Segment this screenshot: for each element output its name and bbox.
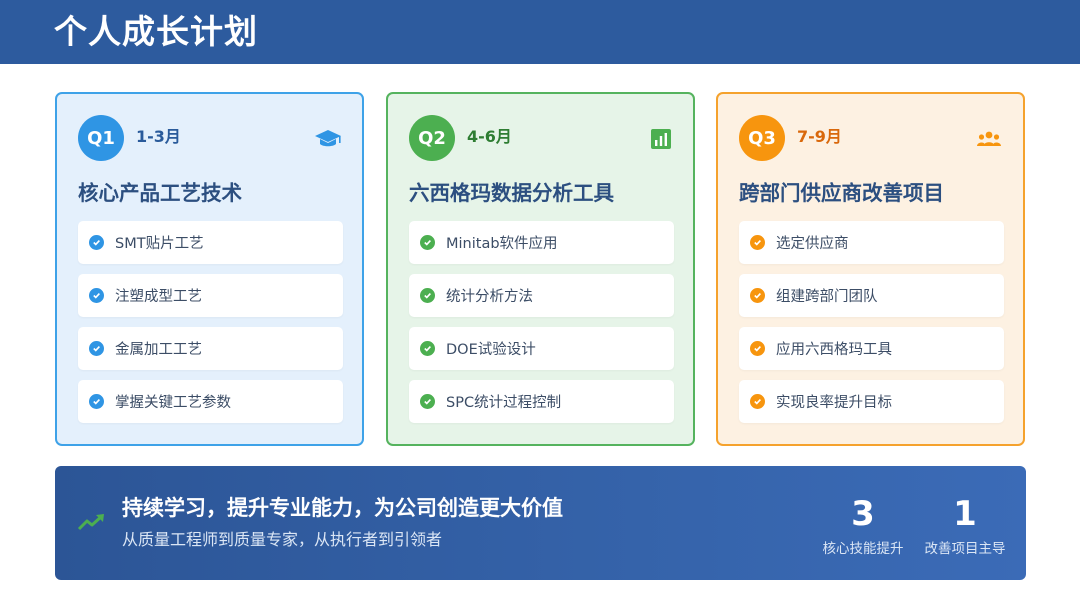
stat-value: 3 — [851, 494, 875, 534]
checklist: Minitab软件应用 统计分析方法 DOE试验设计 SPC统计过程控制 — [409, 221, 674, 433]
stat-projects: 1 改善项目主导 — [915, 494, 1015, 559]
list-item-label: 掌握关键工艺参数 — [115, 395, 231, 411]
list-item: 应用六西格玛工具 — [739, 327, 1004, 370]
quarter-period: 7-9月 — [797, 127, 842, 146]
checklist: SMT贴片工艺 注塑成型工艺 金属加工工艺 掌握关键工艺参数 — [78, 221, 343, 433]
bar-chart-icon — [651, 129, 671, 149]
card-title: 核心产品工艺技术 — [78, 181, 242, 205]
list-item: 组建跨部门团队 — [739, 274, 1004, 317]
check-circle-icon — [89, 235, 104, 250]
check-circle-icon — [420, 288, 435, 303]
list-item: 实现良率提升目标 — [739, 380, 1004, 423]
list-item: DOE试验设计 — [409, 327, 674, 370]
list-item-label: 注塑成型工艺 — [115, 289, 202, 305]
quarter-period: 1-3月 — [136, 127, 181, 146]
quarter-period: 4-6月 — [467, 127, 512, 146]
list-item-label: Minitab软件应用 — [446, 236, 558, 252]
page-title: 个人成长计划 — [54, 12, 258, 51]
list-item-label: 金属加工工艺 — [115, 342, 202, 358]
check-circle-icon — [89, 394, 104, 409]
list-item: 掌握关键工艺参数 — [78, 380, 343, 423]
banner-subtitle: 从质量工程师到质量专家，从执行者到引领者 — [122, 530, 443, 549]
banner-title: 持续学习，提升专业能力，为公司创造更大价值 — [122, 496, 563, 520]
list-item-label: SMT贴片工艺 — [115, 236, 204, 252]
stat-label: 核心技能提升 — [822, 541, 904, 557]
check-circle-icon — [420, 235, 435, 250]
check-circle-icon — [750, 341, 765, 356]
check-circle-icon — [750, 235, 765, 250]
people-group-icon — [977, 131, 1001, 146]
check-circle-icon — [420, 341, 435, 356]
list-item-label: 统计分析方法 — [446, 289, 533, 305]
card-title: 跨部门供应商改善项目 — [739, 181, 944, 205]
check-circle-icon — [89, 341, 104, 356]
list-item-label: SPC统计过程控制 — [446, 395, 562, 411]
stat-value: 1 — [953, 494, 977, 534]
list-item-label: DOE试验设计 — [446, 342, 536, 358]
quarter-badge: Q3 — [739, 115, 785, 161]
stat-label: 改善项目主导 — [924, 541, 1006, 557]
card-title: 六西格玛数据分析工具 — [409, 181, 614, 205]
list-item: 金属加工工艺 — [78, 327, 343, 370]
quarter-badge: Q2 — [409, 115, 455, 161]
quarter-card-q2: Q2 4-6月 六西格玛数据分析工具 Minitab软件应用 统计分析方法 DO… — [386, 92, 695, 446]
list-item-label: 实现良率提升目标 — [776, 395, 892, 411]
list-item: 选定供应商 — [739, 221, 1004, 264]
stat-skills: 3 核心技能提升 — [813, 494, 913, 559]
list-item-label: 应用六西格玛工具 — [776, 342, 892, 358]
check-circle-icon — [750, 394, 765, 409]
quarter-badge: Q1 — [78, 115, 124, 161]
quarter-card-q3: Q3 7-9月 跨部门供应商改善项目 选定供应商 组建跨部门团队 应用六西格玛工… — [716, 92, 1025, 446]
check-circle-icon — [750, 288, 765, 303]
list-item: 注塑成型工艺 — [78, 274, 343, 317]
checklist: 选定供应商 组建跨部门团队 应用六西格玛工具 实现良率提升目标 — [739, 221, 1004, 433]
trending-up-icon — [77, 514, 104, 531]
list-item-label: 组建跨部门团队 — [776, 289, 878, 305]
list-item-label: 选定供应商 — [776, 236, 849, 252]
list-item: 统计分析方法 — [409, 274, 674, 317]
list-item: SPC统计过程控制 — [409, 380, 674, 423]
summary-banner: 持续学习，提升专业能力，为公司创造更大价值 从质量工程师到质量专家，从执行者到引… — [55, 466, 1026, 580]
check-circle-icon — [89, 288, 104, 303]
graduation-cap-icon — [315, 130, 341, 147]
list-item: Minitab软件应用 — [409, 221, 674, 264]
check-circle-icon — [420, 394, 435, 409]
list-item: SMT贴片工艺 — [78, 221, 343, 264]
header-bar: 个人成长计划 — [0, 0, 1080, 64]
quarter-card-q1: Q1 1-3月 核心产品工艺技术 SMT贴片工艺 注塑成型工艺 金属加工工艺 掌… — [55, 92, 364, 446]
